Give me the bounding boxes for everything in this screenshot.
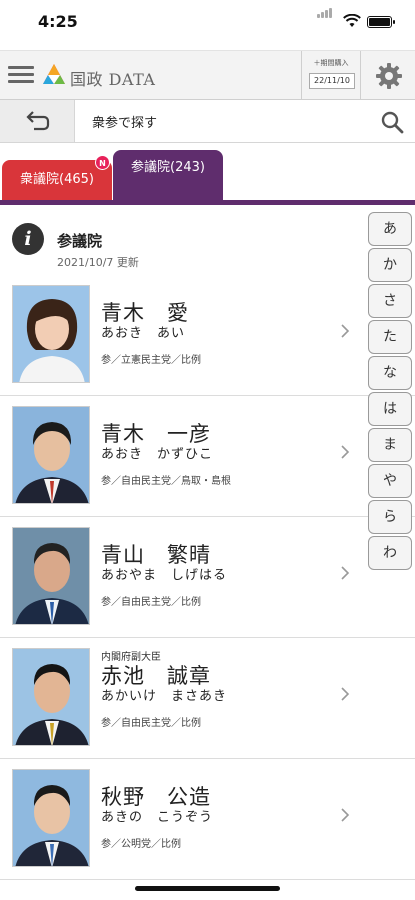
index-sa[interactable]: さ	[368, 284, 412, 318]
info-icon: i	[12, 223, 44, 255]
chevron-right-icon	[341, 324, 350, 338]
chevron-right-icon	[341, 808, 350, 822]
tab-underline	[0, 200, 415, 205]
app-logo-text: 国政 DATA	[70, 70, 156, 89]
search-input[interactable]: 衆参で探す	[92, 112, 157, 131]
list-item[interactable]: 青木 一彦 あおき かずひこ 参／自由民主党／鳥取・島根	[0, 396, 415, 517]
member-kana: あおき かずひこ	[101, 447, 214, 462]
status-bar: 4:25	[0, 0, 415, 46]
member-kana: あおき あい	[101, 326, 186, 341]
index-ka[interactable]: か	[368, 248, 412, 282]
member-affiliation: 参／自由民主党／比例	[101, 718, 201, 729]
index-na[interactable]: な	[368, 356, 412, 390]
index-ra[interactable]: ら	[368, 500, 412, 534]
member-affiliation: 参／自由民主党／比例	[101, 597, 201, 608]
member-affiliation: 参／自由民主党／鳥取・島根	[101, 476, 231, 487]
purchase-label: ＋期間購入	[313, 59, 349, 67]
list-item[interactable]: 内閣府副大臣 赤池 誠章 あかいけ まさあき 参／自由民主党／比例	[0, 638, 415, 759]
index-ma[interactable]: ま	[368, 428, 412, 462]
battery-icon	[367, 16, 395, 28]
index-ta[interactable]: た	[368, 320, 412, 354]
tab-label: 衆議院(465)	[20, 172, 94, 187]
wifi-icon	[343, 14, 361, 27]
index-wa[interactable]: わ	[368, 536, 412, 570]
status-time: 4:25	[38, 12, 78, 31]
member-photo	[12, 527, 90, 625]
chevron-right-icon	[341, 687, 350, 701]
home-indicator[interactable]	[135, 886, 280, 891]
member-photo	[12, 406, 90, 504]
back-button[interactable]	[0, 100, 75, 142]
chamber-tabs: 衆議院(465) N 参議院(243)	[0, 143, 415, 205]
back-arrow-icon	[26, 111, 50, 131]
search-icon[interactable]	[380, 110, 404, 134]
tab-label: 参議院(243)	[131, 160, 205, 175]
list-item[interactable]: 青木 愛 あおき あい 参／立憲民主党／比例	[0, 275, 415, 396]
member-photo	[12, 648, 90, 746]
purchase-date: 22/11/10	[309, 73, 355, 89]
member-photo	[12, 285, 90, 383]
member-affiliation: 参／公明党／比例	[101, 839, 181, 850]
period-purchase-button[interactable]: ＋期間購入 22/11/10	[301, 51, 361, 100]
chevron-right-icon	[341, 445, 350, 459]
list-item[interactable]: 青山 繁晴 あおやま しげはる 参／自由民主党／比例	[0, 517, 415, 638]
search-bar: 衆参で探す	[0, 100, 415, 143]
member-photo	[12, 769, 90, 867]
gear-icon[interactable]	[375, 62, 403, 90]
new-badge: N	[95, 155, 110, 170]
app-header: 国政 DATA ＋期間購入 22/11/10	[0, 50, 415, 100]
member-kana: あおやま しげはる	[101, 568, 228, 583]
index-ya[interactable]: や	[368, 464, 412, 498]
member-kana: あきの こうぞう	[101, 810, 214, 825]
member-affiliation: 参／立憲民主党／比例	[101, 355, 201, 366]
chevron-right-icon	[341, 566, 350, 580]
updated-date: 2021/10/7 更新	[57, 256, 139, 269]
index-a[interactable]: あ	[368, 212, 412, 246]
list-item[interactable]: 秋野 公造 あきの こうぞう 参／公明党／比例	[0, 759, 415, 880]
index-ha[interactable]: は	[368, 392, 412, 426]
hamburger-icon[interactable]	[8, 64, 34, 86]
member-kana: あかいけ まさあき	[101, 689, 228, 704]
section-title: 参議院	[57, 232, 103, 250]
triangle-logo	[43, 64, 65, 84]
tab-house-of-councillors[interactable]: 参議院(243)	[113, 150, 223, 200]
